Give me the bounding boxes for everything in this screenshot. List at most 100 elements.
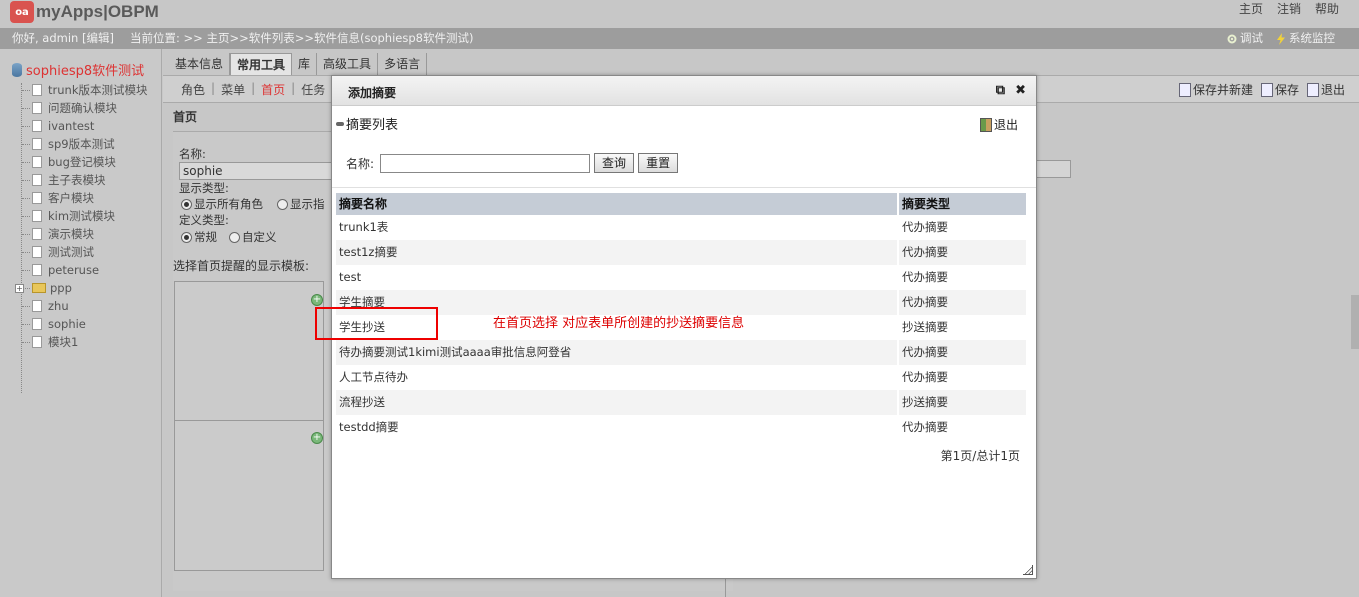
tree-item-label: 客户模块 — [48, 191, 94, 205]
tree-item[interactable]: sp9版本测试 — [22, 135, 147, 153]
table-row[interactable]: 待办摘要测试1kimi测试aaaa审批信息阿登省 代办摘要 — [336, 340, 1026, 365]
tree-item[interactable]: kim测试模块 — [22, 207, 147, 225]
top-nav-help[interactable]: 帮助 — [1315, 0, 1339, 17]
form-actions: 保存并新建 保存 退出 — [1178, 81, 1345, 98]
right-input[interactable] — [1033, 160, 1071, 178]
tree-item[interactable]: 客户模块 — [22, 189, 147, 207]
tree-item[interactable]: 问题确认模块 — [22, 99, 147, 117]
logo-badge-icon: oa — [10, 1, 34, 23]
document-icon — [32, 120, 42, 132]
cell-name: testdd摘要 — [339, 420, 399, 434]
pagination-info: 第1页/总计1页 — [940, 449, 1020, 463]
tab-advanced-tools[interactable]: 高级工具 — [317, 53, 379, 75]
document-icon — [32, 84, 42, 96]
template-label: 选择首页提醒的显示模板: — [173, 259, 310, 273]
sub-nav: 角色 | 菜单 | 首页 | 任务 — [181, 81, 326, 98]
tree-item[interactable]: 模块1 — [22, 333, 147, 351]
table-row[interactable]: 人工节点待办 代办摘要 — [336, 365, 1026, 390]
reset-button[interactable]: 重置 — [638, 153, 679, 173]
monitor-link[interactable]: 系统监控 — [1275, 28, 1335, 49]
section-title: 首页 — [173, 110, 198, 124]
collapse-icon[interactable] — [336, 121, 344, 126]
dialog-exit-button[interactable]: 退出 — [979, 116, 1018, 133]
cell-type: 代办摘要 — [897, 290, 1026, 315]
column-header-name[interactable]: 摘要名称 — [336, 193, 897, 215]
tree-item-label: 测试测试 — [48, 245, 94, 259]
define-custom-label: 自定义 — [242, 230, 277, 244]
query-button[interactable]: 查询 — [594, 153, 635, 173]
tab-multilanguage[interactable]: 多语言 — [378, 53, 428, 75]
tree-item-label: 模块1 — [48, 335, 79, 349]
tree-item[interactable]: bug登记模块 — [22, 153, 147, 171]
cell-name: 待办摘要测试1kimi测试aaaa审批信息阿登省 — [339, 345, 572, 359]
tree-item[interactable]: 测试测试 — [22, 243, 147, 261]
document-icon — [32, 318, 42, 330]
resize-handle[interactable] — [1023, 565, 1033, 575]
tree-item[interactable]: sophie — [22, 315, 147, 333]
table-row[interactable]: test1z摘要 代办摘要 — [336, 240, 1026, 265]
cell-type: 抄送摘要 — [897, 315, 1026, 340]
page-scrollbar[interactable] — [1351, 295, 1359, 349]
cell-type: 代办摘要 — [897, 340, 1026, 365]
tree-item[interactable]: trunk版本测试模块 — [22, 81, 147, 99]
expand-icon[interactable]: + — [15, 283, 24, 293]
dialog-header[interactable]: 添加摘要 ⧉ ✖ — [332, 76, 1036, 106]
tree-item-label: zhu — [48, 299, 69, 313]
subnav-role[interactable]: 角色 — [181, 81, 205, 98]
save-new-label: 保存并新建 — [1192, 83, 1253, 97]
exit-button[interactable]: 退出 — [1306, 81, 1345, 98]
table-row[interactable]: 流程抄送 抄送摘要 — [336, 390, 1026, 415]
display-specified-label: 显示指 — [290, 197, 325, 211]
document-icon — [32, 102, 42, 114]
define-normal-radio[interactable]: 常规 — [181, 229, 217, 245]
name-field[interactable]: sophie — [179, 162, 349, 180]
tab-library[interactable]: 库 — [292, 53, 318, 75]
dialog-exit-label: 退出 — [993, 118, 1018, 132]
define-custom-radio[interactable]: 自定义 — [229, 229, 277, 245]
display-type-label: 显示类型: — [179, 181, 229, 195]
subnav-task[interactable]: 任务 — [301, 81, 325, 98]
add-icon[interactable]: + — [311, 294, 323, 306]
tree-item[interactable]: zhu — [22, 297, 147, 315]
tree-item[interactable]: ivantest — [22, 117, 147, 135]
table-row[interactable]: testdd摘要 代办摘要 — [336, 415, 1026, 440]
display-all-label: 显示所有角色 — [194, 197, 263, 211]
tree-item[interactable]: peteruse — [22, 261, 147, 279]
list-title-label: 摘要列表 — [346, 118, 399, 133]
document-icon — [32, 228, 42, 240]
close-icon[interactable]: ✖ — [1015, 83, 1026, 98]
subnav-menu[interactable]: 菜单 — [221, 81, 245, 98]
tree-item-label: sp9版本测试 — [48, 137, 115, 151]
add-icon[interactable]: + — [311, 432, 323, 444]
table-header: 摘要名称 摘要类型 — [336, 193, 1026, 215]
cell-type: 抄送摘要 — [897, 390, 1026, 415]
tree-folder[interactable]: + ppp — [15, 279, 147, 297]
search-input[interactable] — [380, 153, 591, 173]
restore-icon[interactable]: ⧉ — [996, 83, 1005, 98]
database-icon — [12, 62, 22, 77]
tree-item-label: peteruse — [48, 263, 100, 277]
tree-item[interactable]: 演示模块 — [22, 225, 147, 243]
divider — [332, 187, 1036, 188]
save-new-button[interactable]: 保存并新建 — [1178, 81, 1253, 98]
column-header-type[interactable]: 摘要类型 — [897, 193, 1026, 215]
display-all-radio[interactable]: 显示所有角色 — [181, 196, 263, 212]
save-button[interactable]: 保存 — [1260, 81, 1299, 98]
tree-root-label: sophiesp8软件测试 — [26, 64, 145, 79]
display-specified-radio[interactable]: 显示指 — [277, 196, 325, 212]
debug-link[interactable]: 调试 — [1226, 28, 1263, 49]
cell-name: 人工节点待办 — [339, 370, 408, 384]
tree-item-label: 问题确认模块 — [48, 101, 117, 115]
top-nav-logout[interactable]: 注销 — [1277, 0, 1301, 17]
user-greeting[interactable]: 你好, admin [编辑] — [12, 28, 114, 49]
cell-type: 代办摘要 — [897, 240, 1026, 265]
table-row[interactable]: test 代办摘要 — [336, 265, 1026, 290]
table-row[interactable]: trunk1表 代办摘要 — [336, 215, 1026, 240]
top-nav-home[interactable]: 主页 — [1239, 0, 1263, 17]
tab-basic-info[interactable]: 基本信息 — [169, 53, 231, 75]
tree-root[interactable]: sophiesp8软件测试 — [12, 60, 144, 79]
dialog-controls: ⧉ ✖ — [996, 83, 1026, 98]
subnav-home[interactable]: 首页 — [261, 81, 285, 98]
tree-item[interactable]: 主子表模块 — [22, 171, 147, 189]
tab-common-tools[interactable]: 常用工具 — [230, 53, 293, 75]
